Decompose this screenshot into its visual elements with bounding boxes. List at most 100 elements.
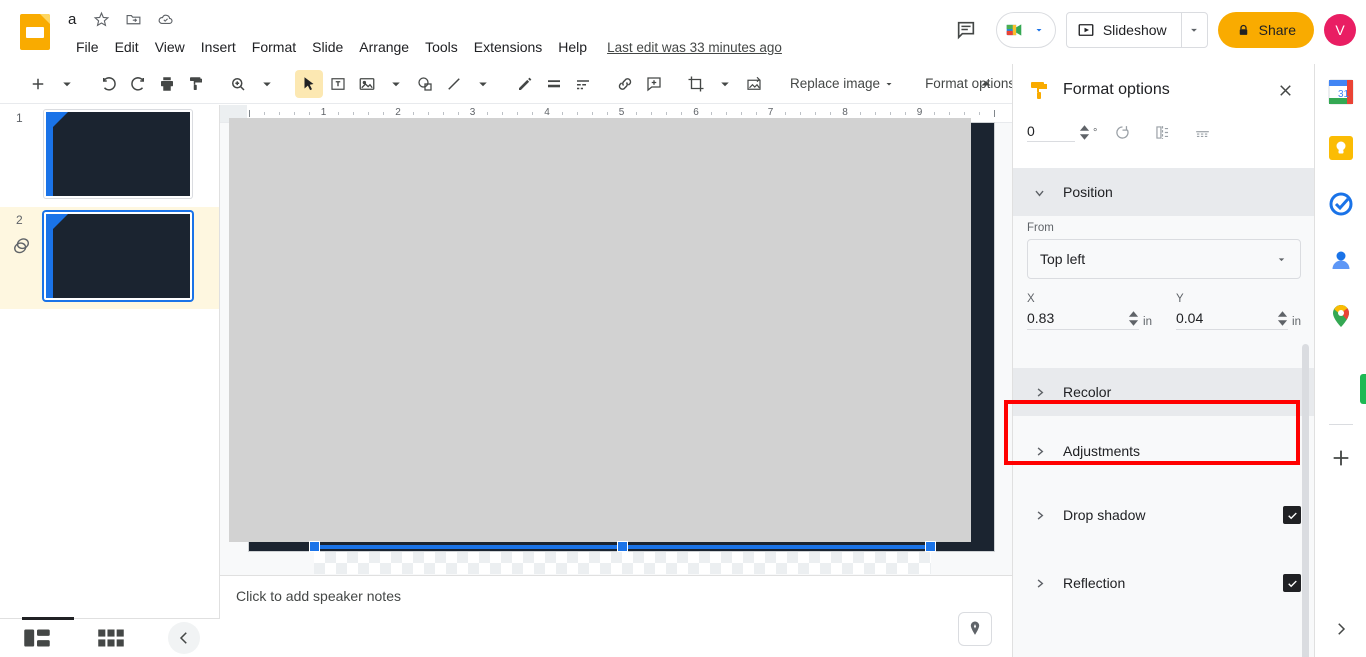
add-ons-plus-icon[interactable]	[1327, 444, 1355, 472]
section-header-drop-shadow[interactable]: Drop shadow	[1013, 491, 1315, 539]
speaker-notes-placeholder[interactable]: Click to add speaker notes	[236, 588, 401, 604]
replace-image-button[interactable]: Replace image	[782, 70, 903, 98]
crop-icon[interactable]	[682, 70, 710, 98]
insert-image-icon[interactable]	[353, 70, 381, 98]
menu-insert[interactable]: Insert	[193, 36, 244, 58]
zoom-icon[interactable]	[224, 70, 252, 98]
pen-icon[interactable]	[511, 70, 539, 98]
paint-format-icon[interactable]	[182, 70, 210, 98]
cloud-saved-icon[interactable]	[154, 8, 176, 30]
move-to-folder-icon[interactable]	[122, 8, 144, 30]
google-contacts-icon[interactable]	[1327, 246, 1355, 274]
google-slides-logo-icon[interactable]	[20, 14, 54, 50]
share-label: Share	[1258, 22, 1296, 38]
mask-image-icon[interactable]	[740, 70, 768, 98]
avatar[interactable]: V	[1324, 14, 1356, 46]
selection-handle-right[interactable]	[925, 541, 936, 552]
comment-history-icon[interactable]	[946, 10, 986, 50]
google-calendar-icon[interactable]: 31	[1327, 78, 1355, 106]
new-slide-caret-icon[interactable]	[53, 70, 81, 98]
image-caret-icon[interactable]	[382, 70, 410, 98]
slide-thumbnail[interactable]	[44, 212, 192, 300]
insert-link-icon[interactable]	[611, 70, 639, 98]
share-button[interactable]: Share	[1217, 12, 1314, 48]
position-x-stepper[interactable]	[1128, 310, 1139, 326]
line-icon[interactable]	[440, 70, 468, 98]
format-options-button[interactable]: Format options	[917, 70, 1023, 98]
selection-handle-left[interactable]	[309, 541, 320, 552]
position-x-group: X in	[1027, 293, 1152, 330]
menu-help[interactable]: Help	[550, 36, 595, 58]
slide-transition-icon[interactable]	[11, 235, 33, 257]
ruler-tick	[591, 112, 593, 115]
section-header-adjustments[interactable]: Adjustments	[1013, 427, 1315, 475]
google-keep-icon[interactable]	[1327, 134, 1355, 162]
google-meet-button[interactable]	[995, 12, 1056, 48]
shape-icon[interactable]	[411, 70, 439, 98]
menu-file[interactable]: File	[68, 36, 107, 58]
zoom-caret-icon[interactable]	[253, 70, 281, 98]
ruler-tick	[457, 112, 459, 115]
selection-handle-center[interactable]	[617, 541, 628, 552]
position-y-stepper[interactable]	[1277, 310, 1288, 326]
toolbar-collapse-button[interactable]	[972, 70, 1000, 98]
close-icon[interactable]	[1269, 74, 1301, 106]
speaker-notes-area[interactable]: Click to add speaker notes	[220, 575, 1012, 657]
add-comment-icon[interactable]	[640, 70, 668, 98]
ruler-tick	[785, 112, 787, 115]
grid-view-icon[interactable]	[94, 623, 128, 653]
format-options-body[interactable]: ° Position From	[1013, 116, 1315, 657]
ruler-tick	[606, 112, 608, 115]
text-box-icon[interactable]	[324, 70, 352, 98]
top-bar: a File Edit View Insert Format Slide Arr…	[0, 0, 1366, 64]
google-meet-icon	[1005, 21, 1029, 39]
position-from-select[interactable]: Top left	[1027, 239, 1301, 279]
position-y-input[interactable]	[1176, 310, 1274, 326]
slide-thumbnail[interactable]	[44, 110, 192, 198]
star-icon[interactable]	[90, 8, 112, 30]
section-header-reflection[interactable]: Reflection	[1013, 559, 1315, 607]
drop-shadow-checkbox[interactable]	[1283, 506, 1301, 524]
select-cursor-icon[interactable]	[295, 69, 323, 98]
flip-horizontal-icon[interactable]	[1147, 120, 1177, 146]
filmstrip-collapse-button[interactable]	[168, 622, 200, 654]
menu-extensions[interactable]: Extensions	[466, 36, 550, 58]
filmstrip-view-icon[interactable]	[20, 623, 54, 653]
menu-slide[interactable]: Slide	[304, 36, 351, 58]
position-x-input[interactable]	[1027, 310, 1125, 326]
rotation-stepper[interactable]	[1079, 125, 1090, 140]
undo-icon[interactable]	[95, 70, 123, 98]
image-overlay-object[interactable]	[229, 118, 971, 542]
slide-filmstrip[interactable]: 1 2	[0, 105, 220, 618]
document-title[interactable]: a	[64, 9, 80, 30]
filmstrip-slide-2[interactable]: 2	[0, 207, 219, 309]
last-edit-status[interactable]: Last edit was 33 minutes ago	[607, 40, 782, 55]
menu-tools[interactable]: Tools	[417, 36, 466, 58]
reflection-checkbox[interactable]	[1283, 574, 1301, 592]
new-slide-icon[interactable]	[24, 70, 52, 98]
app-bar-collapse-button[interactable]	[1325, 613, 1357, 645]
explore-button[interactable]	[958, 612, 992, 646]
menu-arrange[interactable]: Arrange	[351, 36, 417, 58]
rotation-input[interactable]	[1027, 123, 1075, 142]
menu-edit[interactable]: Edit	[107, 36, 147, 58]
filmstrip-slide-1[interactable]: 1	[0, 105, 219, 207]
crop-caret-icon[interactable]	[711, 70, 739, 98]
rotate-icon[interactable]	[1107, 120, 1137, 146]
google-maps-icon[interactable]	[1327, 302, 1355, 330]
line-weight-icon[interactable]	[540, 70, 568, 98]
line-caret-icon[interactable]	[469, 70, 497, 98]
section-header-position[interactable]: Position	[1013, 168, 1315, 216]
google-tasks-icon[interactable]	[1327, 190, 1355, 218]
print-icon[interactable]	[153, 70, 181, 98]
line-dash-icon[interactable]	[569, 70, 597, 98]
redo-icon[interactable]	[124, 70, 152, 98]
flip-vertical-icon[interactable]	[1187, 120, 1217, 146]
slideshow-options-caret[interactable]	[1180, 13, 1207, 47]
menu-format[interactable]: Format	[244, 36, 304, 58]
section-header-recolor[interactable]: Recolor	[1013, 368, 1315, 416]
format-panel-scrollbar[interactable]	[1302, 344, 1309, 657]
slideshow-button[interactable]: Slideshow	[1067, 13, 1181, 47]
menu-view[interactable]: View	[147, 36, 193, 58]
ruler-tick	[725, 112, 727, 115]
